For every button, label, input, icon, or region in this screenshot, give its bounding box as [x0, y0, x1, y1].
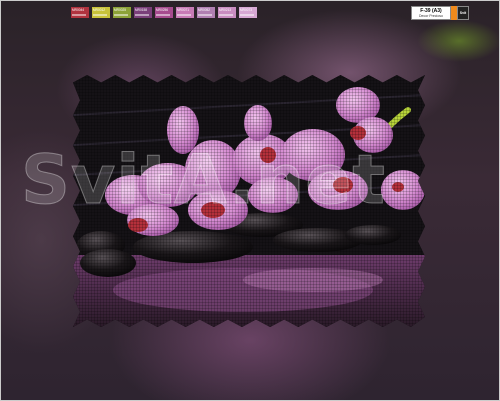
brand-logo-text: Svit: [459, 11, 467, 15]
legend-swatch-code: MR0025: [114, 8, 127, 13]
legend-swatch: MR0213: [218, 7, 236, 18]
legend-swatch-bar: [198, 13, 212, 16]
legend-swatch: MR0044: [71, 7, 89, 18]
legend-swatch: MR0073: [239, 7, 257, 18]
legend-swatch: MR0158: [134, 7, 152, 18]
scheme-subtitle: Decor Precioso: [419, 13, 443, 18]
legend-swatch-code: MR0044: [72, 8, 85, 13]
legend-swatch-bar: [93, 13, 107, 16]
legend-swatch-code: MR0213: [219, 8, 232, 13]
legend-swatch: MR0052: [197, 7, 215, 18]
legend-swatch-code: MR0256: [156, 8, 169, 13]
watermark-text: SvitA.net: [21, 141, 386, 221]
legend-swatch-bar: [240, 13, 254, 16]
legend-swatch-code: MR0158: [135, 8, 148, 13]
brand-logo-icon: Svit: [457, 6, 469, 20]
legend-swatch-code: MR0071: [177, 8, 190, 13]
legend-swatch: MR0071: [176, 7, 194, 18]
legend-swatch: MR0256: [155, 7, 173, 18]
legend-swatch: MR0025: [113, 7, 131, 18]
title-box: F-39 (A3) Decor Precioso: [411, 6, 451, 20]
legend-swatch-bar: [177, 13, 191, 16]
legend-swatch-code: MR0052: [198, 8, 211, 13]
legend-swatch-bar: [72, 13, 86, 16]
legend-swatch-bar: [135, 13, 149, 16]
legend-swatch-bar: [114, 13, 128, 16]
legend-swatch-code: MR0073: [240, 8, 253, 13]
scheme-page: MR0044 MR0012 MR0025 MR0158 MR0256 MR0071 MR00…: [0, 0, 500, 401]
legend-swatch-code: MR0012: [93, 8, 106, 13]
legend-swatch-bar: [156, 13, 170, 16]
legend-swatch-bar: [219, 13, 233, 16]
legend-swatch: MR0012: [92, 7, 110, 18]
color-legend: MR0044 MR0012 MR0025 MR0158 MR0256 MR0071 MR00…: [71, 7, 257, 18]
